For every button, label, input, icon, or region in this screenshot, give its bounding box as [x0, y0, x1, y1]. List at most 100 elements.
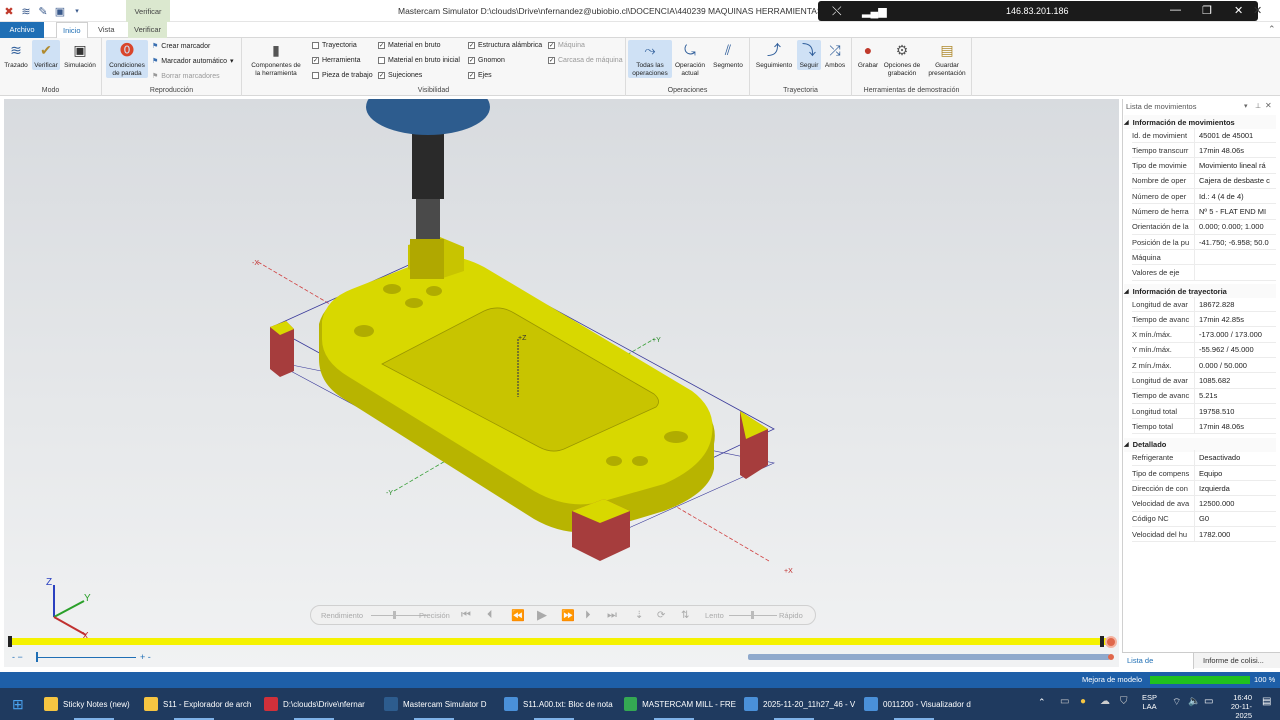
volume-icon[interactable]: 🔈 — [1188, 696, 1200, 707]
checkbox[interactable]: ✓ — [468, 72, 475, 79]
first-icon[interactable]: ⏮ — [461, 609, 471, 622]
checkbox[interactable]: ✓ — [548, 57, 555, 64]
grabar-button[interactable]: ● Grabar — [854, 40, 882, 70]
operacion-actual-button[interactable]: ⤿ Operación actual — [672, 40, 708, 78]
taskbar-item[interactable]: 0011200 - Visualizador d — [864, 692, 976, 716]
tray-shield-icon[interactable]: ⛉ — [1120, 696, 1128, 707]
close-icon[interactable]: ✕ — [1234, 4, 1243, 17]
tray-app-icon[interactable]: ● — [1080, 696, 1086, 707]
checkbox-row[interactable]: ✓ Carcasa de máquina — [548, 57, 623, 64]
opciones-grabacion-button[interactable]: ⚙ Opciones de grabación — [882, 40, 922, 78]
verificar-button[interactable]: ✔ Verificar — [32, 40, 60, 70]
checkbox-row[interactable]: Pieza de trabajo — [312, 72, 373, 79]
bookmark-icon[interactable]: ⇣ — [635, 610, 643, 621]
panel-menu-icon[interactable]: ▾ — [1244, 102, 1248, 110]
checkbox[interactable]: ✓ — [548, 42, 555, 49]
speed-slider-thumb[interactable] — [751, 611, 754, 619]
tab-lista-movimientos[interactable]: Lista de movimie... — [1122, 653, 1194, 681]
last-icon[interactable]: ⏭ — [607, 609, 617, 622]
checkbox-row[interactable]: ✓ Sujeciones — [378, 72, 422, 79]
property-row[interactable]: Longitud de avar 1085.682 — [1132, 373, 1276, 389]
open-icon[interactable]: ✎ — [36, 4, 50, 18]
windows-start-icon[interactable]: ⊞ — [12, 696, 24, 713]
property-row[interactable]: Orientación de la 0.000; 0.000; 1.000 — [1132, 219, 1276, 235]
checkbox[interactable] — [312, 72, 319, 79]
play-icon[interactable]: ▶ — [537, 607, 547, 623]
property-row[interactable]: Número de herra Nº 5 - FLAT END MI — [1132, 204, 1276, 220]
property-row[interactable]: Refrigerante Desactivado — [1132, 450, 1276, 466]
zoom-in-icon[interactable]: + - — [140, 652, 151, 662]
checkbox-row[interactable]: Material en bruto inicial — [378, 57, 460, 64]
collapse-icon[interactable]: ◢ — [1124, 288, 1129, 295]
panel-pin-icon[interactable]: ⊥ — [1255, 102, 1261, 110]
checkbox-row[interactable]: ✓ Material en bruto — [378, 42, 441, 49]
zoom-slider[interactable] — [36, 657, 136, 658]
componentes-button[interactable]: ▮ Componentes de la herramienta — [246, 40, 306, 78]
battery-icon[interactable]: ▭ — [1204, 696, 1213, 707]
taskbar-item[interactable]: D:\clouds\Drive\nfernar — [264, 692, 376, 716]
property-row[interactable]: Longitud de avar 18672.828 — [1132, 296, 1276, 312]
property-row[interactable]: Nombre de oper Cajera de desbaste c — [1132, 173, 1276, 189]
clock[interactable]: 16:40 20-11-2025 — [1222, 693, 1252, 720]
tray-cloud-icon[interactable]: ☁ — [1100, 696, 1110, 707]
condiciones-button[interactable]: ⓿ Condiciones de parada — [106, 40, 148, 78]
overview-scrollbar[interactable] — [748, 654, 1110, 660]
pin-icon[interactable]: ⤬ — [832, 4, 842, 19]
property-row[interactable]: Posición de la pu -41.750; -6.958; 50.0 — [1132, 234, 1276, 251]
seguir-button[interactable]: ⤵ Seguir — [797, 40, 821, 70]
3d-viewport[interactable]: -X +X +Y -Y +Z Z Y X Rendimiento Precisi… — [4, 99, 1119, 667]
marcador-auto-button[interactable]: ⚑ Marcador automático ▾ — [152, 57, 234, 66]
step-back-icon[interactable]: ⏴ — [487, 609, 493, 622]
zoom-slider-thumb[interactable] — [36, 652, 38, 662]
connection-quality-icon[interactable]: ▂▄▆ — [862, 5, 887, 18]
tray-monitor-icon[interactable]: ▭ — [1060, 696, 1069, 707]
property-row[interactable]: Número de oper Id.: 4 (4 de 4) — [1132, 188, 1276, 205]
simulacion-button[interactable]: ▣ Simulación — [62, 40, 98, 70]
checkbox[interactable]: ✓ — [468, 57, 475, 64]
collapse-icon[interactable]: ◢ — [1124, 119, 1129, 126]
tab-archivo[interactable]: Archivo — [0, 22, 44, 38]
timeline-bar[interactable] — [10, 638, 1106, 645]
taskbar-item[interactable]: Mastercam Simulator D — [384, 692, 496, 716]
checkbox[interactable]: ✓ — [468, 42, 475, 49]
property-row[interactable]: Longitud total 19758.510 — [1132, 403, 1276, 420]
checkbox-row[interactable]: ✓ Herramienta — [312, 57, 361, 64]
restore-icon[interactable]: ❐ — [1202, 4, 1212, 17]
property-row[interactable]: Tiempo transcurr 17min 48.06s — [1132, 142, 1276, 159]
property-row[interactable]: Y mín./máx. -55.962 / 45.000 — [1132, 342, 1276, 358]
checkbox-row[interactable]: ✓ Máquina — [548, 42, 585, 49]
step-icon[interactable]: ⇅ — [681, 610, 689, 621]
property-row[interactable]: X mín./máx. -173.000 / 173.000 — [1132, 327, 1276, 343]
property-row[interactable]: Tiempo total 17min 48.06s — [1132, 418, 1276, 435]
taskbar-item[interactable]: S11 - Explorador de arch — [144, 692, 256, 716]
property-row[interactable]: Z mín./máx. 0.000 / 50.000 — [1132, 357, 1276, 374]
loop-icon[interactable]: ⟳ — [657, 610, 665, 621]
property-row[interactable]: Código NC G0 — [1132, 511, 1276, 527]
notification-icon[interactable]: ▤ — [1262, 696, 1271, 707]
tab-informe-colision[interactable]: Informe de colisi... — [1198, 653, 1269, 669]
checkbox[interactable]: ✓ — [312, 57, 319, 64]
checkbox-row[interactable]: ✓ Ejes — [468, 72, 492, 79]
language-indicator[interactable]: ESP LAA — [1142, 693, 1157, 711]
panel-close-icon[interactable]: ✕ — [1265, 101, 1272, 110]
collapse-ribbon-icon[interactable]: ⌃ — [1268, 24, 1276, 35]
property-row[interactable]: Valores de eje — [1132, 265, 1276, 281]
toolpath-icon[interactable]: ≋ — [19, 4, 33, 18]
taskbar-item[interactable]: MASTERCAM MILL - FRE — [624, 692, 736, 716]
property-row[interactable]: Tiempo de avanc 17min 42.85s — [1132, 311, 1276, 328]
tray-chevron-icon[interactable]: ⌃ — [1038, 697, 1046, 708]
checkbox[interactable]: ✓ — [378, 72, 385, 79]
checkbox[interactable] — [312, 42, 319, 49]
property-row[interactable]: Tiempo de avanc 5.21s — [1132, 388, 1276, 404]
taskbar-item[interactable]: S11.A00.txt: Bloc de nota — [504, 692, 616, 716]
borrar-marcadores-button[interactable]: ⚑ Borrar marcadores — [152, 72, 220, 81]
fast-forward-icon[interactable]: ⏩ — [561, 609, 575, 622]
property-row[interactable]: Dirección de con Izquierda — [1132, 480, 1276, 497]
tab-verificar[interactable]: Verificar — [128, 22, 168, 38]
property-row[interactable]: Velocidad del hu 1782.000 — [1132, 526, 1276, 543]
property-row[interactable]: Velocidad de ava 12500.000 — [1132, 496, 1276, 512]
checkbox-row[interactable]: ✓ Estructura alámbrica — [468, 42, 542, 49]
zoom-out-icon[interactable]: - − — [12, 652, 23, 662]
wifi-icon[interactable]: ⌔ — [1172, 696, 1181, 709]
tab-inicio[interactable]: Inicio — [56, 22, 88, 38]
